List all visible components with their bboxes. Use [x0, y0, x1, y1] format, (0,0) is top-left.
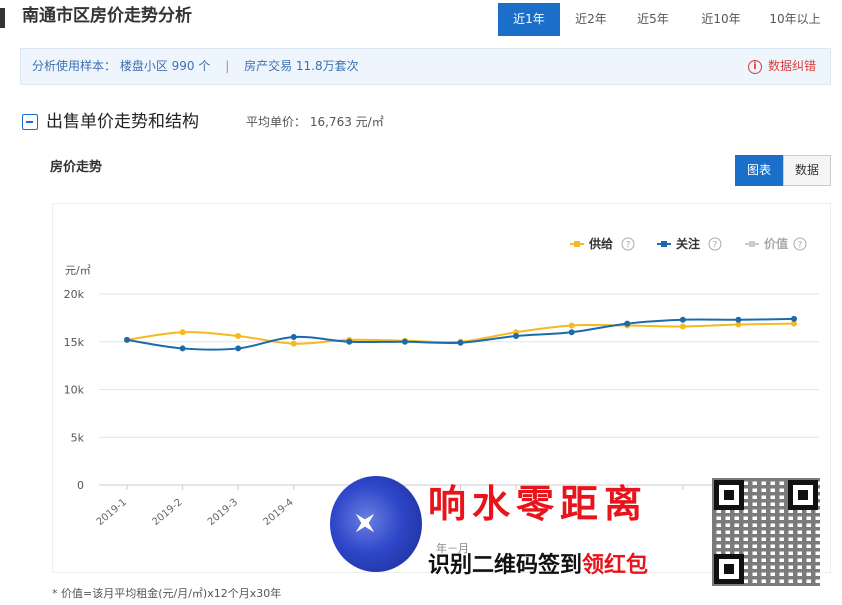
- svg-text:?: ?: [798, 241, 803, 251]
- average-price-label: 平均单价：: [246, 115, 307, 129]
- data-point: [235, 333, 242, 340]
- collapse-toggle-icon[interactable]: [22, 114, 38, 130]
- data-point: [179, 345, 186, 352]
- data-point: [568, 329, 575, 336]
- y-tick-label: 10k: [64, 384, 85, 397]
- tab-view-data[interactable]: 数据: [783, 155, 831, 186]
- data-point: [791, 320, 797, 327]
- tab-range-1y[interactable]: 近1年: [498, 3, 560, 36]
- data-point: [735, 321, 742, 328]
- data-point: [346, 338, 353, 345]
- sample-info-bar: 分析使用样本： 楼盘小区 990 个 | 房产交易 11.8万套次 i 数据纠错: [20, 48, 831, 85]
- sample-separator: |: [225, 59, 230, 73]
- legend-marker: [661, 241, 667, 247]
- y-tick-label: 5k: [71, 431, 85, 444]
- title-accent-bar: [0, 8, 5, 28]
- tab-range-10y[interactable]: 近10年: [684, 3, 758, 36]
- page-title: 南通市区房价走势分析: [22, 6, 192, 26]
- x-tick-label: 2019-3: [206, 497, 240, 528]
- watermark-slogan: 识别二维码签到领红包: [428, 552, 648, 580]
- data-point: [568, 322, 575, 329]
- watermark-overlay: 响水零距离 年－月 识别二维码签到领红包: [318, 474, 828, 586]
- tab-range-10y-plus[interactable]: 10年以上: [758, 3, 832, 36]
- legend-marker: [749, 241, 755, 247]
- data-point: [513, 333, 520, 340]
- legend-entry: 供给: [588, 236, 613, 251]
- data-point: [735, 316, 742, 323]
- tab-range-2y[interactable]: 近2年: [560, 3, 622, 36]
- data-point: [235, 345, 242, 352]
- legend-entry: 价值: [764, 236, 788, 251]
- data-point: [624, 320, 631, 327]
- sample-transactions: 房产交易 11.8万套次: [244, 59, 359, 73]
- watermark-slogan-black: 识别二维码签到: [428, 553, 583, 578]
- y-tick-label: 20k: [64, 288, 85, 301]
- footnote: * 价值=该月平均租金(元/月/㎡)x12个月x30年: [52, 587, 282, 600]
- tab-range-5y[interactable]: 近5年: [622, 3, 684, 36]
- data-point: [679, 316, 686, 323]
- tab-view-chart[interactable]: 图表: [735, 155, 783, 186]
- data-point: [791, 315, 797, 322]
- info-circle-icon: i: [747, 59, 762, 74]
- data-point: [401, 338, 408, 345]
- sample-community: 楼盘小区 990 个: [119, 59, 211, 73]
- sample-label: 分析使用样本：: [32, 59, 117, 73]
- range-tabs: 近1年 近2年 近5年 近10年 10年以上: [498, 3, 832, 36]
- watermark-slogan-red: 领红包: [582, 553, 649, 578]
- x-tick-label: 2019-1: [95, 497, 129, 528]
- view-tabs: 图表 数据: [735, 155, 831, 186]
- svg-text:?: ?: [626, 241, 631, 251]
- average-price-value: 16,763 元/㎡: [309, 115, 384, 129]
- data-point: [679, 323, 686, 330]
- average-price: 平均单价： 16,763 元/㎡: [246, 113, 384, 131]
- watermark-brand: 响水零距离: [428, 481, 649, 526]
- section-title: 出售单价走势和结构: [46, 112, 199, 132]
- qr-code-icon: [712, 478, 820, 586]
- data-point: [290, 340, 297, 347]
- data-point: [179, 329, 186, 336]
- legend-entry: 关注: [676, 236, 700, 251]
- data-correction-label: 数据纠错: [767, 59, 816, 73]
- data-point: [290, 333, 297, 340]
- y-tick-label: 15k: [64, 336, 85, 349]
- legend-marker: [574, 241, 580, 247]
- data-point: [457, 339, 464, 346]
- chart-subtitle: 房价走势: [50, 160, 103, 175]
- y-axis-title: 元/㎡: [65, 264, 91, 277]
- svg-text:?: ?: [713, 241, 718, 251]
- data-correction-link[interactable]: i 数据纠错: [747, 49, 816, 84]
- data-point: [124, 336, 130, 343]
- x-tick-label: 2019-4: [261, 497, 295, 528]
- x-tick-label: 2019-2: [150, 497, 184, 528]
- y-tick-label: 0: [77, 479, 84, 492]
- brand-logo-icon: [330, 476, 422, 572]
